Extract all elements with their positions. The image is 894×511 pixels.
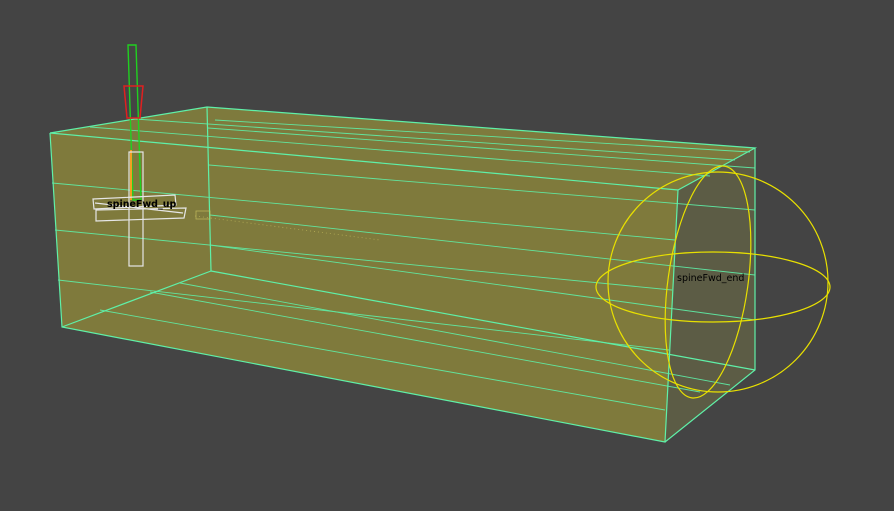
3d-viewport[interactable]: spineFwd_up spineFwd_end [0, 0, 894, 507]
viewport-canvas[interactable]: spineFwd_up spineFwd_end [0, 0, 894, 507]
start-control-label: spineFwd_up [107, 199, 176, 210]
mesh-bounding-box[interactable] [49, 106, 758, 443]
end-control-label: spineFwd_end [677, 273, 744, 284]
axis-red [123, 85, 144, 119]
box-end-face [665, 148, 755, 442]
